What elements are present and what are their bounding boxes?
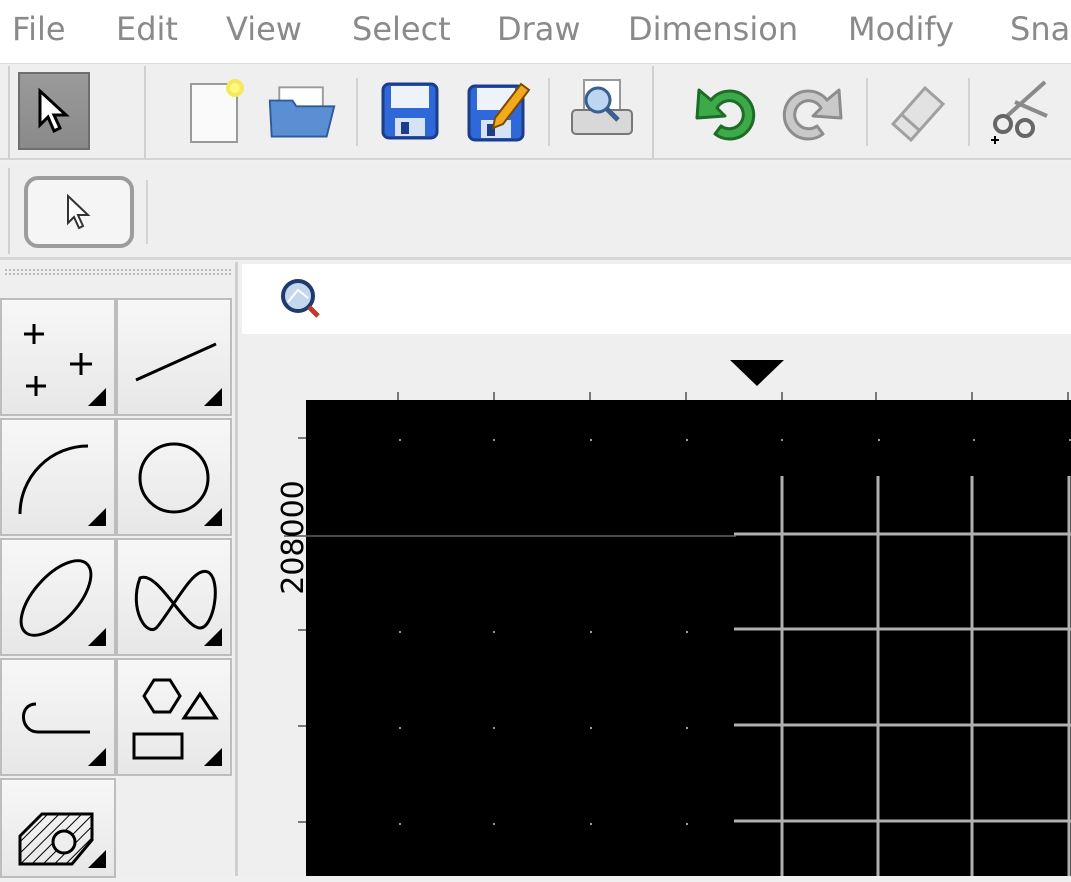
save-button[interactable] — [374, 72, 446, 150]
cut-icon — [991, 80, 1048, 144]
menubar: File Edit View Select Draw Dimension Mod… — [0, 0, 1071, 64]
toolbar-grip[interactable] — [652, 66, 656, 158]
submenu-arrow-icon — [204, 508, 222, 526]
toolbar-separator — [968, 78, 970, 146]
submenu-arrow-icon — [88, 628, 106, 646]
zoom-auto-icon[interactable] — [278, 276, 322, 320]
ruler-position-marker — [730, 360, 784, 386]
undo-icon — [695, 88, 756, 141]
menu-select[interactable]: Select — [352, 10, 451, 48]
redo-icon — [782, 88, 843, 141]
circle-tool[interactable] — [116, 418, 232, 536]
pointer-icon — [38, 87, 70, 134]
save-icon — [381, 82, 439, 140]
polyline-tool[interactable] — [0, 658, 116, 776]
save-as-button[interactable] — [462, 72, 534, 150]
toolbar-separator — [866, 78, 868, 146]
open-button[interactable] — [266, 72, 338, 150]
pointer-button[interactable] — [18, 72, 90, 150]
top-ruler-ticks — [397, 392, 1069, 400]
select-pointer-button[interactable] — [24, 176, 134, 248]
shapes-tool[interactable] — [116, 658, 232, 776]
eraser-button[interactable] — [882, 72, 954, 150]
grid-lines — [734, 476, 1071, 876]
toolbar-separator — [548, 78, 550, 146]
menu-view[interactable]: View — [226, 10, 302, 48]
drawing-canvas[interactable] — [306, 400, 1071, 876]
new-document-icon — [190, 79, 244, 143]
menu-modify[interactable]: Modify — [848, 10, 954, 48]
secondary-toolbar — [0, 162, 1071, 260]
menu-dimension[interactable]: Dimension — [628, 10, 798, 48]
panel-grip[interactable] — [4, 268, 232, 276]
line-tool[interactable] — [116, 298, 232, 416]
menu-edit[interactable]: Edit — [116, 10, 178, 48]
save-as-icon — [467, 82, 531, 142]
undo-button[interactable] — [690, 72, 762, 150]
menu-draw[interactable]: Draw — [497, 10, 581, 48]
points-tool[interactable] — [0, 298, 116, 416]
submenu-arrow-icon — [88, 508, 106, 526]
pointer-icon — [67, 193, 91, 230]
submenu-arrow-icon — [204, 748, 222, 766]
eraser-icon — [890, 85, 946, 143]
cut-button[interactable] — [982, 72, 1054, 150]
menu-file[interactable]: File — [12, 10, 66, 48]
submenu-arrow-icon — [88, 850, 106, 868]
toolbar-grip[interactable] — [8, 168, 12, 254]
redo-button[interactable] — [776, 72, 848, 150]
toolbar-separator — [356, 78, 358, 146]
print-preview-button[interactable] — [566, 72, 638, 150]
open-folder-icon — [268, 86, 336, 138]
toolbar-separator — [146, 180, 148, 244]
spline-tool[interactable] — [116, 538, 232, 656]
arc-tool[interactable] — [0, 418, 116, 536]
submenu-arrow-icon — [88, 748, 106, 766]
new-document-button[interactable] — [180, 72, 252, 150]
submenu-arrow-icon — [88, 388, 106, 406]
menu-snap[interactable]: Snap — [1010, 10, 1071, 48]
print-preview-icon — [571, 79, 633, 135]
hatch-tool[interactable] — [0, 778, 116, 878]
toolbar-grip[interactable] — [144, 66, 148, 158]
drawing-grid — [306, 439, 1071, 876]
canvas-header — [242, 264, 1071, 334]
submenu-arrow-icon — [204, 628, 222, 646]
grid-dots — [399, 439, 1071, 825]
submenu-arrow-icon — [204, 388, 222, 406]
ellipse-tool[interactable] — [0, 538, 116, 656]
toolbar-grip[interactable] — [8, 66, 12, 158]
